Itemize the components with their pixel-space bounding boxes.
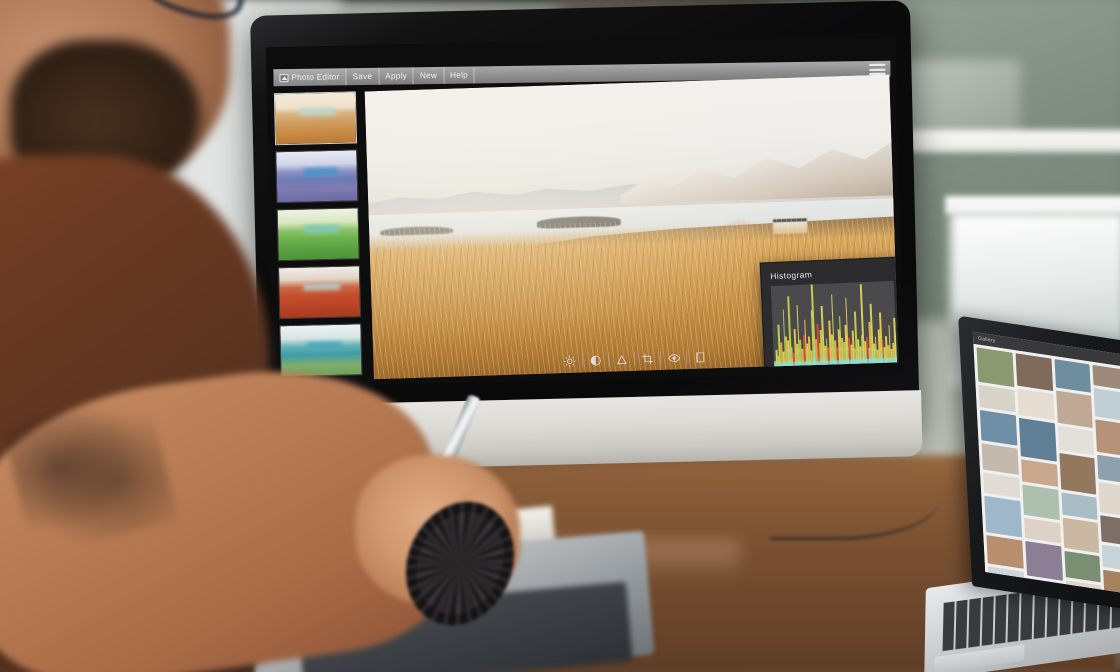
gallery-tile[interactable]: [1023, 517, 1061, 544]
gallery-tile[interactable]: [1100, 515, 1120, 547]
menu-spacer: [475, 69, 871, 75]
preview-tool[interactable]: [660, 347, 687, 368]
gallery-tile[interactable]: [1092, 364, 1120, 391]
gallery-tile[interactable]: [1055, 390, 1093, 429]
half-circle-icon: [590, 355, 601, 366]
photo-canvas-area[interactable]: Histogram: [364, 74, 899, 380]
gallery-tile[interactable]: [1095, 419, 1120, 458]
laptop-lid: Gallery: [958, 315, 1120, 613]
gallery-tile[interactable]: [984, 495, 1022, 538]
gallery-tile[interactable]: [1015, 353, 1053, 391]
gallery-tile[interactable]: [1020, 459, 1058, 487]
gallery-tile[interactable]: [976, 347, 1015, 388]
gallery-tile[interactable]: [1025, 540, 1063, 581]
gallery-tile[interactable]: [1103, 569, 1120, 596]
gallery-tile[interactable]: [979, 409, 1018, 446]
gallery-tile[interactable]: [1062, 517, 1100, 554]
laptop-photo-gallery-grid[interactable]: [973, 343, 1120, 596]
gallery-tile[interactable]: [1018, 417, 1057, 462]
sun-icon: [564, 355, 576, 367]
laptop-window-title: Gallery: [977, 335, 996, 345]
hamburger-line: [872, 63, 886, 66]
hamburger-line: [872, 68, 886, 71]
triangle-icon: [617, 355, 627, 364]
gallery-tile[interactable]: [1058, 452, 1097, 495]
gallery-tile[interactable]: [1063, 550, 1102, 583]
histogram-title: Histogram: [770, 269, 813, 282]
gallery-tile[interactable]: [1102, 544, 1120, 573]
gallery-tile[interactable]: [1060, 492, 1098, 520]
person-photographer: [0, 0, 534, 672]
gallery-tile[interactable]: [1022, 484, 1060, 521]
edited-photo: Histogram: [364, 74, 899, 380]
laptop: Gallery: [924, 315, 1120, 672]
gallery-tile[interactable]: [981, 443, 1019, 475]
compare-tool[interactable]: [686, 346, 713, 367]
menu-item-new[interactable]: New: [413, 66, 445, 85]
workspace-scene: Gallery Photo Editor Save Apply New Help…: [0, 0, 1120, 672]
gallery-tile[interactable]: [1093, 388, 1120, 422]
brightness-tool[interactable]: [556, 350, 583, 371]
gallery-tile[interactable]: [986, 535, 1024, 569]
gallery-tile[interactable]: [1065, 580, 1103, 596]
gallery-tile[interactable]: [1053, 359, 1092, 393]
contrast-tool[interactable]: [582, 350, 609, 371]
book-icon: [695, 351, 704, 362]
gallery-tile[interactable]: [983, 472, 1020, 499]
crop-tool[interactable]: [634, 348, 661, 369]
crop-icon: [642, 353, 654, 364]
gallery-tile[interactable]: [1098, 482, 1120, 518]
eye-icon: [667, 353, 680, 362]
gallery-tile[interactable]: [1097, 454, 1120, 485]
laptop-screen: Gallery: [972, 331, 1120, 596]
sharpen-tool[interactable]: [608, 349, 635, 370]
gallery-tile[interactable]: [1057, 425, 1095, 456]
upper-shelf: [890, 130, 1120, 152]
gallery-tile[interactable]: [1017, 388, 1055, 421]
gallery-tile[interactable]: [1026, 578, 1065, 596]
gallery-tile[interactable]: [978, 384, 1016, 413]
menu-item-help[interactable]: Help: [443, 66, 476, 84]
